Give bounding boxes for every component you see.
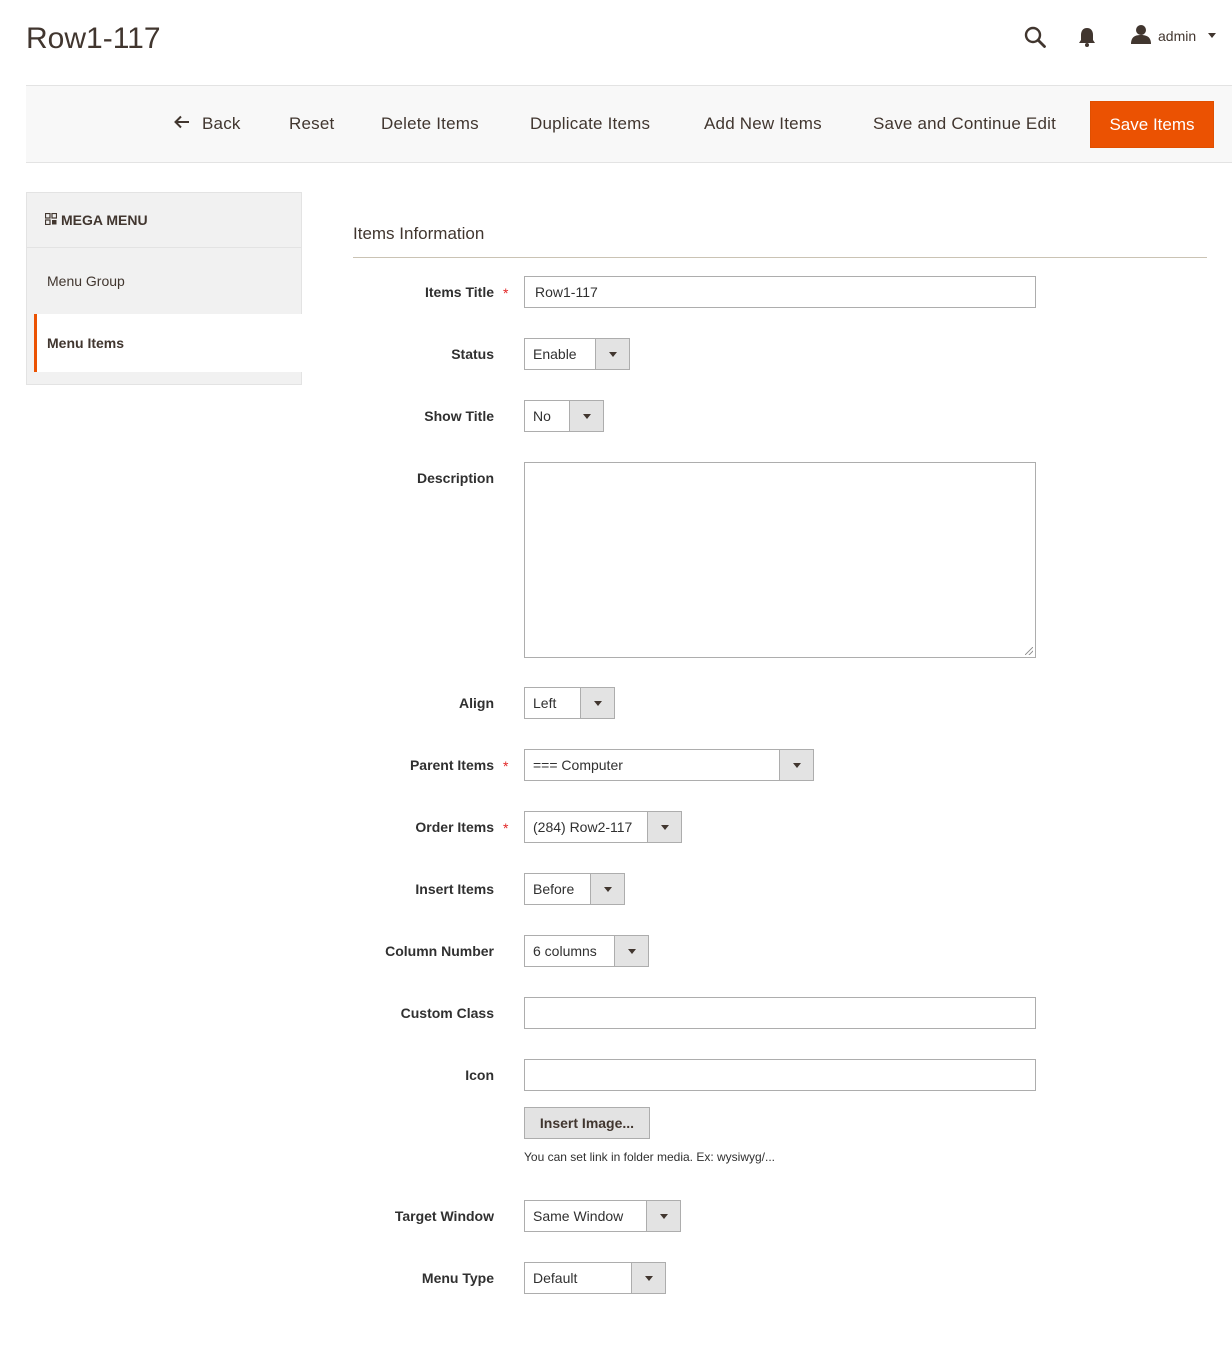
- reset-button[interactable]: Reset: [289, 86, 334, 162]
- sidebar-title-label: MEGA MENU: [61, 212, 148, 228]
- items-title-input[interactable]: Row1-117: [524, 276, 1036, 308]
- page-actions-toolbar: Back Reset Delete Items Duplicate Items …: [26, 85, 1232, 163]
- order-items-value: (284) Row2-117: [533, 819, 633, 835]
- description-label: Description: [416, 470, 494, 486]
- status-value: Enable: [533, 346, 577, 362]
- chevron-down-icon: [580, 688, 614, 718]
- column-number-select[interactable]: 6 columns: [524, 935, 649, 967]
- align-value: Left: [533, 695, 557, 711]
- chevron-down-icon: [614, 936, 648, 966]
- user-icon: [1130, 24, 1152, 47]
- sidebar-item-menu-group[interactable]: Menu Group: [27, 247, 302, 313]
- save-items-button[interactable]: Save Items: [1090, 101, 1214, 148]
- show-title-select[interactable]: No: [524, 400, 604, 432]
- insert-items-label: Insert Items: [415, 881, 494, 897]
- add-new-items-button[interactable]: Add New Items: [704, 86, 822, 162]
- page-title: Row1-117: [26, 22, 161, 55]
- resize-handle-icon[interactable]: [1025, 647, 1033, 655]
- duplicate-items-button[interactable]: Duplicate Items: [530, 86, 650, 162]
- arrow-left-icon: [174, 114, 190, 134]
- chevron-down-icon: [646, 1201, 680, 1231]
- chevron-down-icon: [595, 339, 629, 369]
- sidebar: MEGA MENU Menu Group Menu Items: [26, 192, 302, 385]
- sidebar-item-menu-items[interactable]: Menu Items: [34, 314, 302, 372]
- order-items-label: Order Items: [415, 819, 494, 835]
- icon-input[interactable]: [524, 1059, 1036, 1091]
- show-title-value: No: [533, 408, 551, 424]
- custom-class-label: Custom Class: [400, 1005, 494, 1021]
- section-divider: [353, 257, 1207, 258]
- chevron-down-icon: [631, 1263, 665, 1293]
- column-number-label: Column Number: [385, 943, 494, 959]
- status-label: Status: [451, 346, 494, 362]
- required-mark: *: [503, 285, 509, 301]
- column-number-value: 6 columns: [533, 943, 597, 959]
- chevron-down-icon: [779, 750, 813, 780]
- grid-icon: [44, 212, 58, 228]
- chevron-down-icon: [647, 812, 681, 842]
- delete-items-button[interactable]: Delete Items: [381, 86, 479, 162]
- target-window-select[interactable]: Same Window: [524, 1200, 681, 1232]
- align-label: Align: [459, 695, 494, 711]
- custom-class-input[interactable]: [524, 997, 1036, 1029]
- status-select[interactable]: Enable: [524, 338, 630, 370]
- menu-type-select[interactable]: Default: [524, 1262, 666, 1294]
- search-icon[interactable]: [1022, 24, 1048, 50]
- target-window-label: Target Window: [394, 1208, 494, 1224]
- insert-items-value: Before: [533, 881, 575, 897]
- align-select[interactable]: Left: [524, 687, 615, 719]
- parent-items-value: === Computer: [533, 757, 623, 773]
- save-and-continue-button[interactable]: Save and Continue Edit: [873, 86, 1056, 162]
- section-title: Items Information: [353, 224, 485, 243]
- target-window-value: Same Window: [533, 1208, 624, 1224]
- menu-type-value: Default: [533, 1270, 578, 1286]
- admin-account-menu[interactable]: admin: [1130, 24, 1217, 47]
- insert-image-button[interactable]: Insert Image...: [524, 1107, 650, 1139]
- bell-icon[interactable]: [1075, 24, 1099, 50]
- description-textarea[interactable]: [524, 462, 1036, 658]
- back-button[interactable]: Back: [174, 86, 241, 162]
- order-items-select[interactable]: (284) Row2-117: [524, 811, 682, 843]
- parent-items-select[interactable]: === Computer: [524, 749, 814, 781]
- icon-label: Icon: [465, 1067, 494, 1083]
- admin-username: admin: [1158, 27, 1197, 44]
- items-title-label: Items Title: [425, 284, 494, 300]
- icon-hint: You can set link in folder media. Ex: wy…: [524, 1150, 776, 1164]
- show-title-label: Show Title: [424, 408, 494, 424]
- insert-items-select[interactable]: Before: [524, 873, 625, 905]
- required-mark: *: [503, 758, 509, 774]
- parent-items-label: Parent Items: [409, 757, 494, 773]
- back-label: Back: [202, 114, 241, 133]
- menu-type-label: Menu Type: [421, 1270, 494, 1286]
- chevron-down-icon: [590, 874, 624, 904]
- chevron-down-icon: [569, 401, 603, 431]
- required-mark: *: [503, 820, 509, 836]
- sidebar-title: MEGA MENU: [44, 193, 148, 247]
- chevron-down-icon: [1208, 33, 1217, 38]
